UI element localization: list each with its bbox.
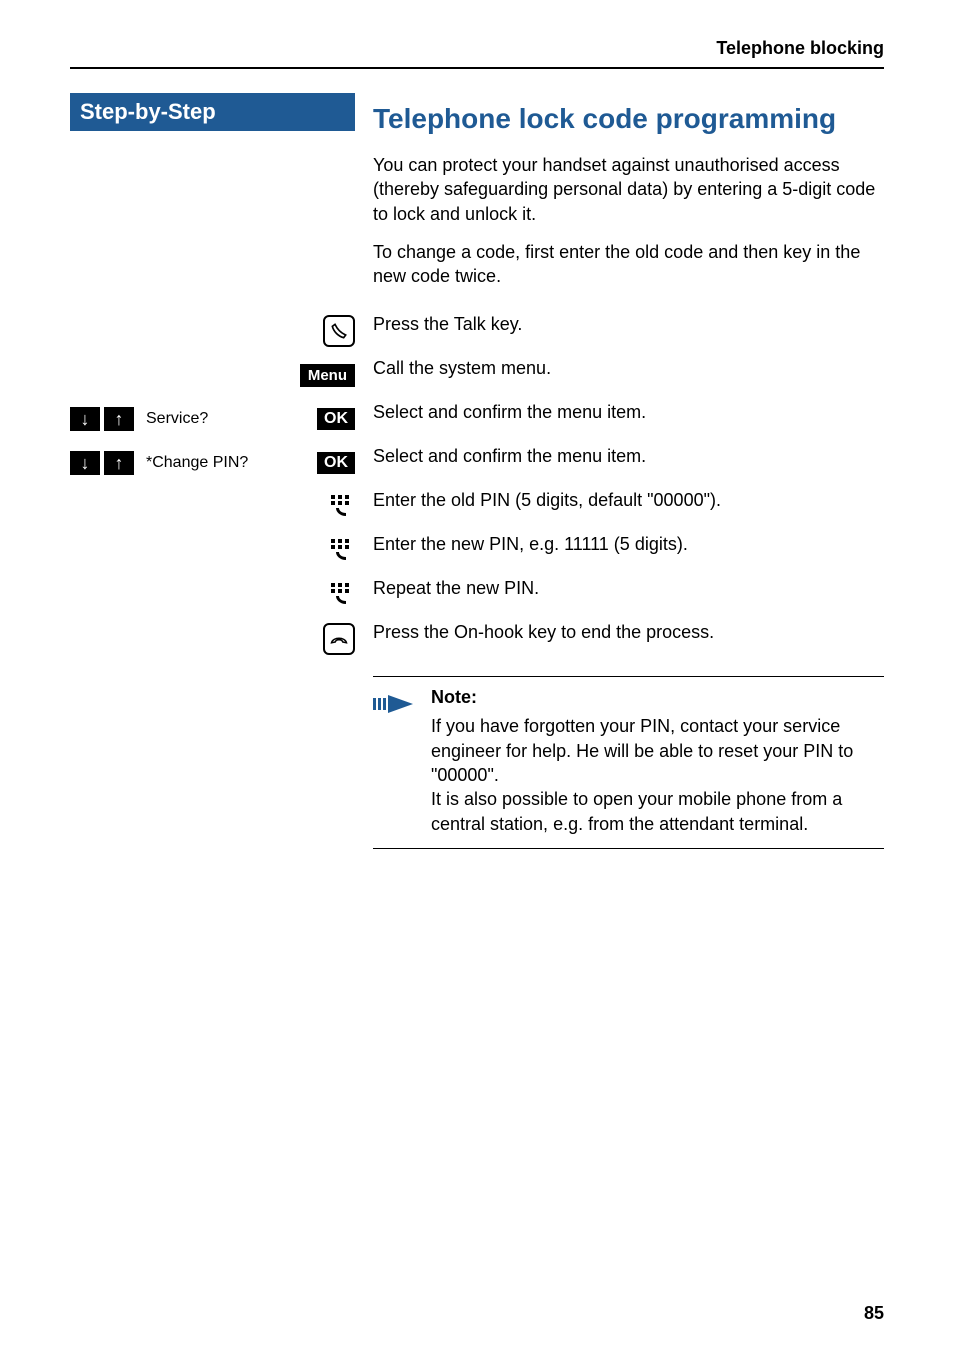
- intro-paragraph-1: You can protect your handset against una…: [373, 153, 884, 226]
- ok-button: OK: [317, 452, 355, 474]
- step-text: Repeat the new PIN.: [373, 566, 884, 610]
- down-arrow-icon: ↓: [70, 451, 100, 475]
- section-title: Telephone lock code programming: [373, 103, 884, 135]
- note-arrow-icon: [373, 699, 415, 719]
- running-header: Telephone blocking: [70, 38, 884, 69]
- step-text: Call the system menu.: [373, 346, 884, 390]
- menu-button: Menu: [300, 364, 355, 387]
- on-hook-key-icon: [323, 623, 355, 655]
- note-title: Note:: [431, 687, 884, 708]
- keypad-icon: [327, 493, 355, 521]
- up-arrow-icon: ↑: [104, 407, 134, 431]
- step-text: Press the On-hook key to end the process…: [373, 610, 884, 654]
- step-text: Enter the old PIN (5 digits, default "00…: [373, 478, 884, 522]
- menu-item-service: Service?: [138, 410, 317, 428]
- ok-button: OK: [317, 408, 355, 430]
- up-arrow-icon: ↑: [104, 451, 134, 475]
- step-text: Press the Talk key.: [373, 302, 884, 346]
- page-number: 85: [864, 1303, 884, 1324]
- menu-item-change-pin: *Change PIN?: [138, 454, 317, 472]
- step-text: Select and confirm the menu item.: [373, 390, 884, 434]
- keypad-icon: [327, 537, 355, 565]
- keypad-icon: [327, 581, 355, 609]
- intro-paragraph-2: To change a code, first enter the old co…: [373, 240, 884, 289]
- step-by-step-heading: Step-by-Step: [70, 93, 355, 131]
- down-arrow-icon: ↓: [70, 407, 100, 431]
- talk-key-icon: [323, 315, 355, 347]
- step-text: Enter the new PIN, e.g. 11111 (5 digits)…: [373, 522, 884, 566]
- note-block: Note: If you have forgotten your PIN, co…: [373, 676, 884, 848]
- step-text: Select and confirm the menu item.: [373, 434, 884, 478]
- note-text: If you have forgotten your PIN, contact …: [431, 714, 884, 835]
